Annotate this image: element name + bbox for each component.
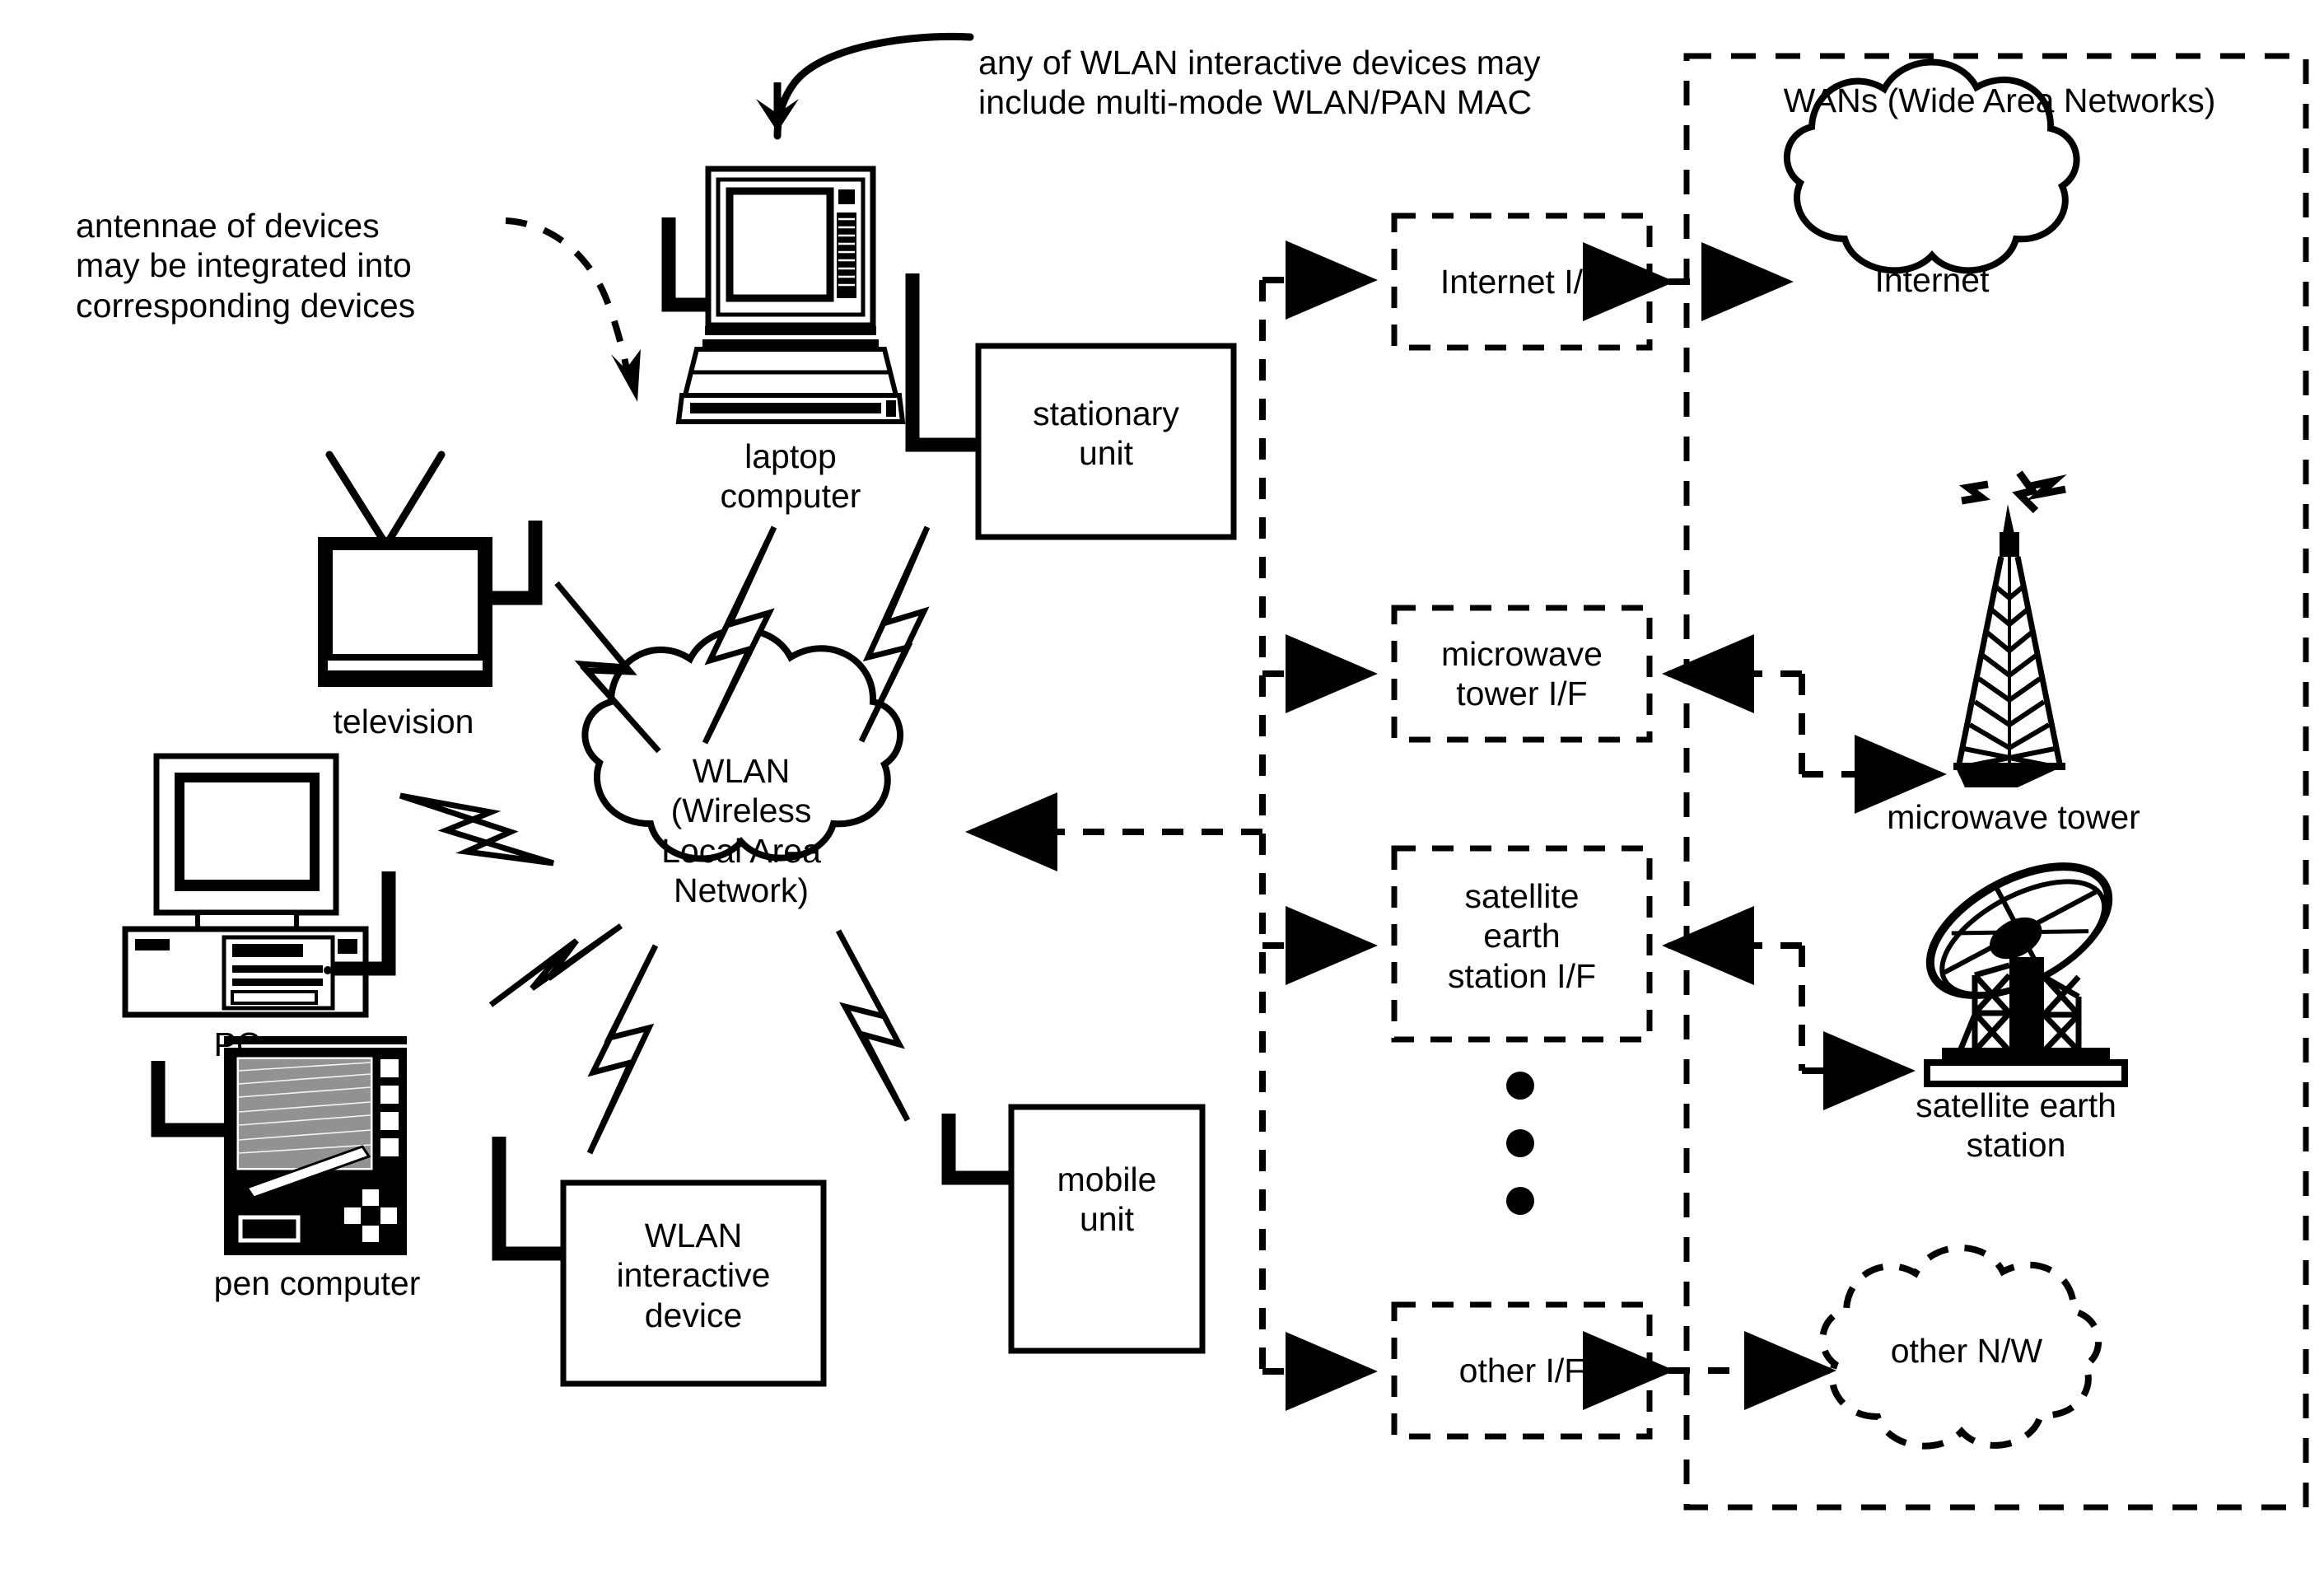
television-label: television [333, 703, 474, 740]
microwave-tower-icon [1953, 470, 2067, 787]
satellite-earth-station-label: satellite earth station [1916, 1086, 2116, 1165]
left-callout-note: antennae of devices may be integrated in… [76, 207, 416, 325]
other-if-label: other I/F [1458, 1352, 1585, 1390]
laptop-icon [661, 166, 906, 424]
top-callout-note: any of WLAN interactive devices may incl… [978, 44, 1541, 122]
satellite-dish-icon [1924, 862, 2128, 1087]
pen-computer-label: pen computer [213, 1264, 421, 1302]
bolt-pc [399, 792, 555, 866]
pen-computer-icon [151, 1036, 407, 1255]
wlan-cloud-label: WLAN (Wireless Local Area Network) [661, 752, 821, 910]
figure-canvas: any of WLAN interactive devices may incl… [0, 0, 2324, 1574]
mobile-unit-label: mobile unit [1057, 1161, 1157, 1239]
interface-boxes [1391, 213, 1653, 1440]
top-callout-arrow [756, 32, 974, 140]
interface-list-ellipsis [1506, 1072, 1534, 1215]
internet-label: Internet [1874, 261, 1990, 299]
desktop-pc-icon [122, 753, 396, 1018]
internet-if-label: Internet I/F [1440, 263, 1604, 301]
other-nw-label: other N/W [1890, 1332, 2043, 1370]
television-icon [318, 451, 543, 687]
microwave-tower-if-label: microwave tower I/F [1441, 635, 1603, 713]
satellite-earth-station-if-label: satellite earth station I/F [1447, 877, 1596, 995]
bolt-mobile [835, 929, 911, 1122]
wlan-interactive-device-label: WLAN interactive device [616, 1217, 771, 1334]
laptop-label: laptop computer [720, 437, 861, 516]
bolt-wlan-device [586, 944, 659, 1155]
wans-group-title: WANs (Wide Area Networks) [1783, 82, 2216, 119]
bolt-pen [488, 923, 623, 1007]
microwave-tower-label: microwave tower [1887, 798, 2140, 836]
stationary-unit-label: stationary unit [1033, 395, 1179, 473]
pc-label: PC [213, 1025, 261, 1063]
left-callout-arrow [505, 217, 641, 402]
